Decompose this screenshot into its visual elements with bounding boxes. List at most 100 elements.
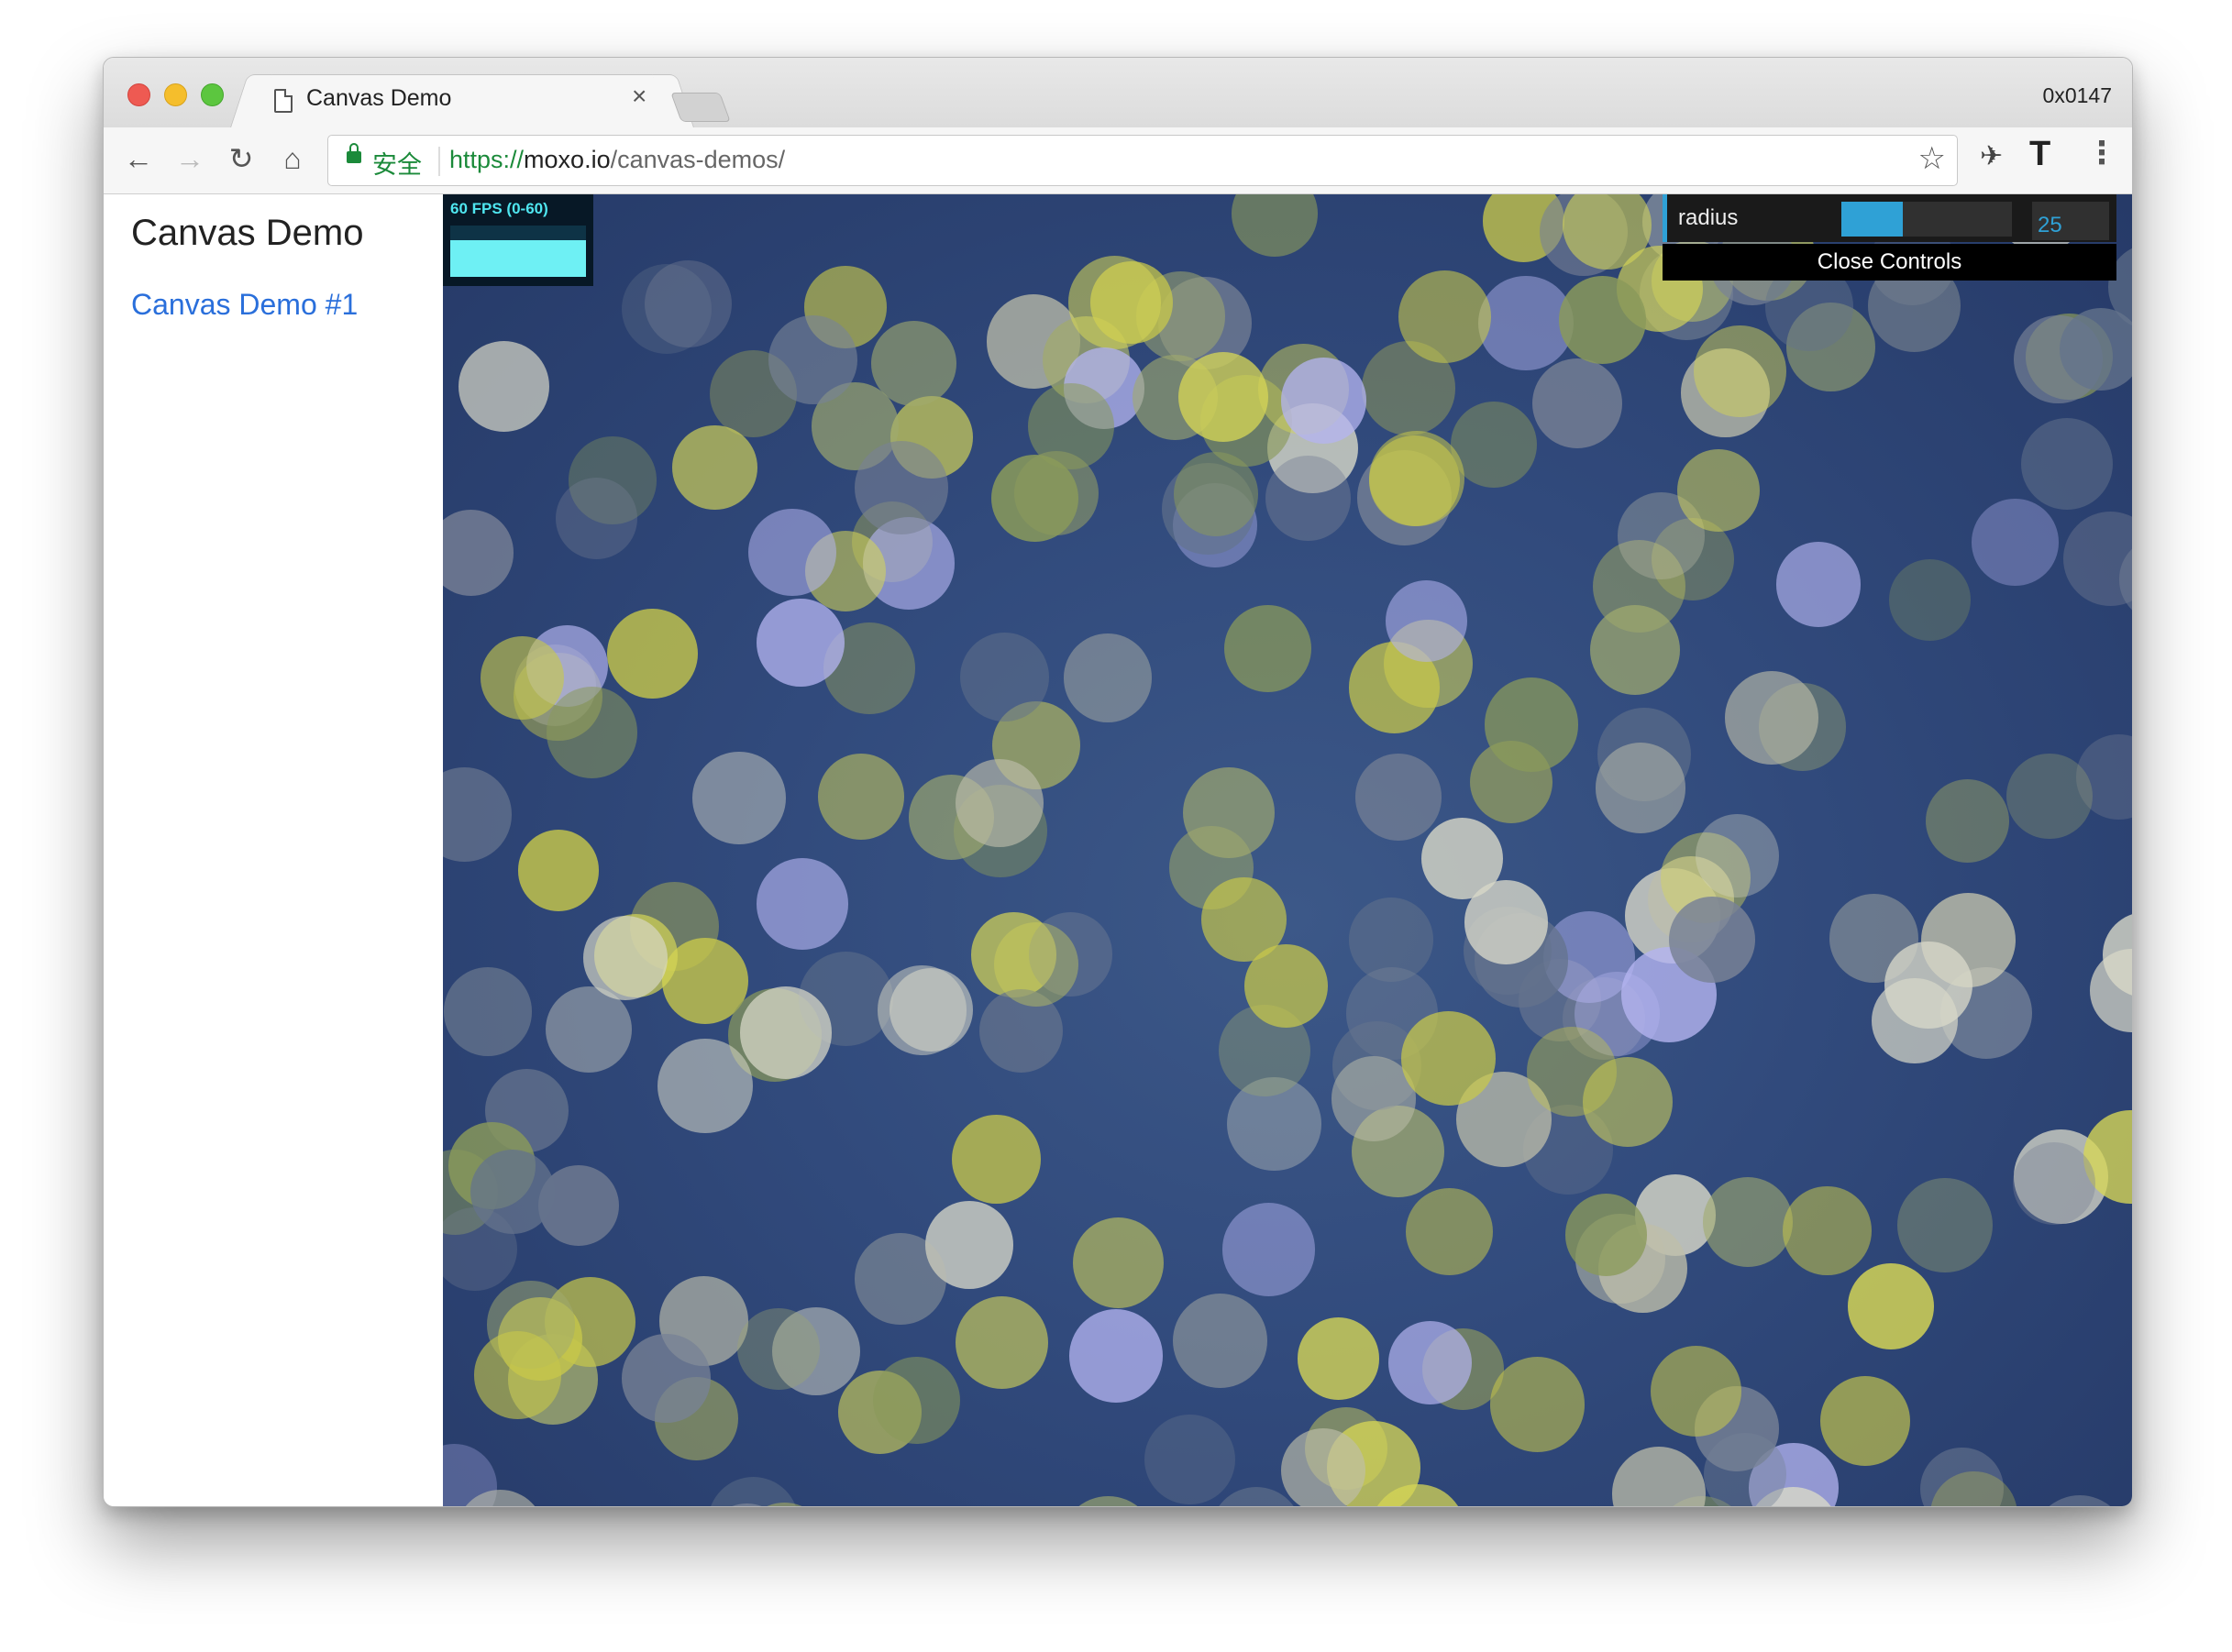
bokeh-particle xyxy=(872,1356,960,1444)
close-controls-button[interactable]: Close Controls xyxy=(1663,244,2116,281)
bokeh-particle xyxy=(1775,542,1861,627)
new-tab-button[interactable] xyxy=(670,93,731,122)
forward-arrow-icon[interactable]: → xyxy=(171,140,208,177)
bokeh-particle xyxy=(737,1307,820,1390)
url-separator xyxy=(438,147,440,176)
bokeh-particle xyxy=(960,632,1050,721)
controls-panel: radius 25 Close Controls xyxy=(1663,194,2116,281)
browser-menu-icon[interactable]: ⋮ xyxy=(2086,135,2117,171)
fps-label: 60 FPS (0-60) xyxy=(450,200,548,217)
url-path: /canvas-demos/ xyxy=(610,146,786,173)
bokeh-particle xyxy=(1231,194,1318,257)
bokeh-particle xyxy=(1172,1293,1268,1389)
bokeh-particle xyxy=(547,687,638,778)
bokeh-particle xyxy=(1297,1317,1380,1400)
minimize-window-button[interactable] xyxy=(164,83,187,106)
bokeh-particle xyxy=(1676,448,1760,532)
bokeh-particle xyxy=(1177,351,1268,442)
bokeh-particle xyxy=(748,508,836,597)
zoom-window-button[interactable] xyxy=(201,83,224,106)
bokeh-particle xyxy=(1590,605,1681,696)
bokeh-particle xyxy=(854,440,949,535)
bokeh-particle xyxy=(1596,743,1686,833)
radius-label: radius xyxy=(1678,205,1739,230)
bokeh-particle xyxy=(955,758,1044,847)
bokeh-particle xyxy=(1388,1320,1473,1404)
bokeh-particle xyxy=(1669,896,1756,983)
address-bar[interactable]: 安全 https://moxo.io/canvas-demos/ ☆ xyxy=(327,135,1958,186)
bokeh-particle xyxy=(739,986,833,1079)
bokeh-particle xyxy=(1174,452,1258,537)
close-window-button[interactable] xyxy=(127,83,150,106)
page-title: Canvas Demo xyxy=(131,213,364,253)
bokeh-particle xyxy=(1693,325,1786,418)
bokeh-particle xyxy=(1063,633,1153,723)
bokeh-particle xyxy=(622,1334,711,1423)
bokeh-particle xyxy=(1611,1447,1706,1506)
bokeh-particle xyxy=(1183,766,1276,859)
bokeh-particle xyxy=(1820,1375,1911,1466)
bokeh-particle xyxy=(1067,256,1162,350)
bokeh-particle xyxy=(473,1330,562,1419)
extension-pin-icon[interactable]: ✈ xyxy=(1980,140,2003,172)
bokeh-particle xyxy=(1224,604,1312,692)
bokeh-particle xyxy=(657,1038,753,1134)
bokeh-particle xyxy=(1068,1308,1163,1403)
bokeh-particle xyxy=(1558,276,1646,364)
bookmark-star-icon[interactable]: ☆ xyxy=(1918,140,1946,177)
bokeh-particle xyxy=(1724,671,1818,765)
bokeh-particle xyxy=(443,966,533,1056)
radius-value-input[interactable]: 25 xyxy=(2032,202,2109,240)
bokeh-particle xyxy=(768,314,858,405)
bokeh-particle xyxy=(2062,511,2132,606)
fps-graph-fill xyxy=(450,239,586,277)
radius-control-row: radius 25 xyxy=(1663,194,2116,242)
bokeh-particle xyxy=(756,598,845,688)
fps-graph xyxy=(450,226,586,277)
bokeh-particle xyxy=(582,915,668,1001)
tab-close-icon[interactable]: × xyxy=(632,83,646,109)
bokeh-particle xyxy=(517,830,599,911)
back-arrow-icon[interactable]: ← xyxy=(120,140,157,177)
bokeh-particle xyxy=(555,478,637,559)
bokeh-particle xyxy=(1144,1414,1235,1505)
bokeh-particle xyxy=(1221,1203,1316,1297)
bokeh-particle xyxy=(1783,1186,1872,1275)
bokeh-particle xyxy=(2013,1142,2095,1225)
bokeh-particle xyxy=(870,321,956,407)
profile-label[interactable]: 0x0147 xyxy=(2043,83,2112,108)
page-content: Canvas Demo Canvas Demo #1 60 FPS (0-60)… xyxy=(104,194,2132,1506)
url-text[interactable]: https://moxo.io/canvas-demos/ xyxy=(449,146,785,174)
bokeh-particle xyxy=(1972,499,2059,586)
bokeh-particle xyxy=(951,1114,1042,1205)
bokeh-particle xyxy=(818,754,905,840)
reload-icon[interactable]: ↻ xyxy=(223,140,260,177)
bokeh-particle xyxy=(878,965,967,1055)
bokeh-particle xyxy=(1884,941,1972,1030)
bokeh-particle xyxy=(1489,1357,1585,1452)
bokeh-particle xyxy=(2006,754,2093,840)
bokeh-particle xyxy=(1531,358,1623,449)
home-icon[interactable]: ⌂ xyxy=(274,140,311,177)
title-bar: Canvas Demo × 0x0147 xyxy=(104,58,2132,130)
radius-slider[interactable] xyxy=(1841,202,2012,237)
bokeh-particle xyxy=(443,510,514,596)
bokeh-particle xyxy=(1703,1177,1794,1267)
bokeh-particle xyxy=(1385,579,1467,662)
bokeh-particle xyxy=(1564,1194,1648,1276)
bokeh-particle xyxy=(955,1295,1048,1389)
bokeh-particle xyxy=(1398,270,1491,363)
bokeh-particle xyxy=(1028,383,1115,470)
url-host: moxo.io xyxy=(524,146,611,173)
bokeh-particle xyxy=(1061,1496,1155,1506)
browser-window: Canvas Demo × 0x0147 ← → ↻ ⌂ 安全 https://… xyxy=(103,57,2133,1507)
text-extension-icon[interactable]: T xyxy=(2029,135,2050,174)
bokeh-particle xyxy=(2060,307,2132,391)
bokeh-particle xyxy=(480,636,564,721)
bokeh-particle xyxy=(1897,1177,1993,1273)
bokeh-particle xyxy=(470,1149,555,1235)
bokeh-particle xyxy=(1368,431,1464,526)
sidebar-link-canvas-demo-1[interactable]: Canvas Demo #1 xyxy=(131,288,358,322)
bokeh-particle xyxy=(993,921,1078,1007)
canvas-stage[interactable]: 60 FPS (0-60) radius 25 Close Controls xyxy=(443,194,2132,1506)
